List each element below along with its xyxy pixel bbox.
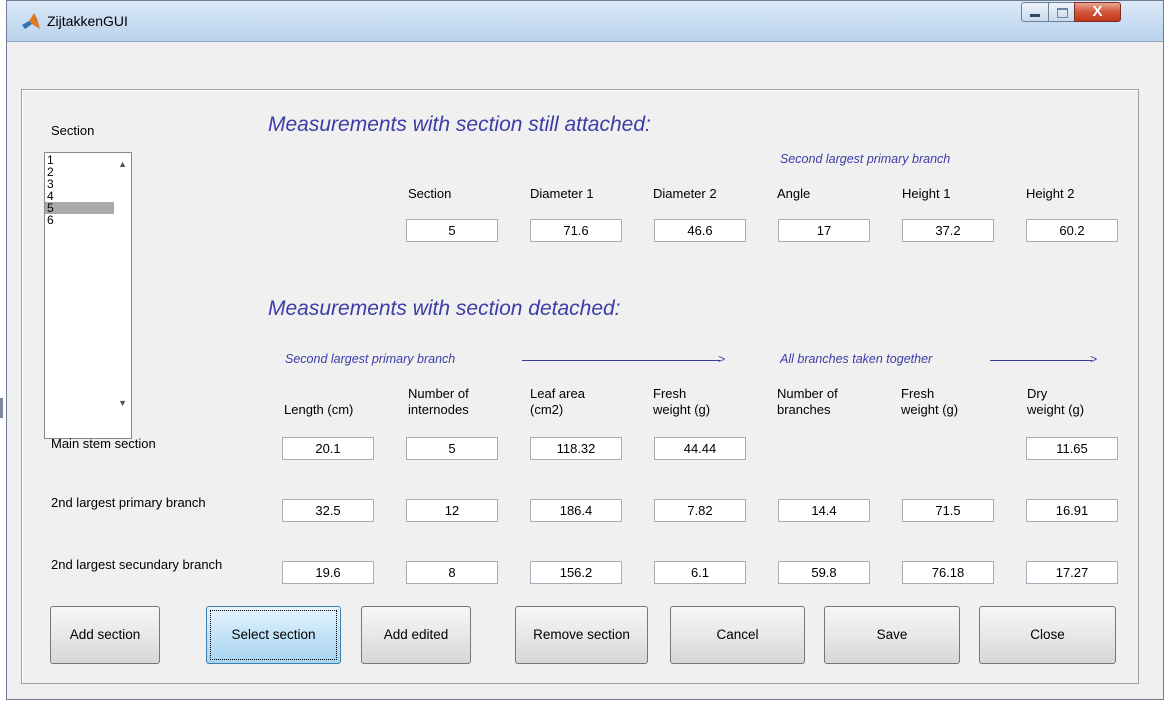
height-1-field[interactable]: 37.2 [902, 219, 994, 242]
focus-ring [210, 610, 337, 660]
arrow-line-left [522, 360, 720, 361]
col-dry-weight-line1: Dry [1027, 386, 1048, 401]
col-internodes-line1: Number of [408, 386, 469, 401]
minimize-button[interactable] [1021, 2, 1049, 22]
detached-heading: Measurements with section detached: [268, 297, 621, 320]
diameter-2-field[interactable]: 46.6 [654, 219, 746, 242]
window-title: ZijtakkenGUI [47, 13, 128, 29]
col-number-of-branches-line1: Number of [777, 386, 838, 401]
secundary-internodes-field[interactable]: 8 [406, 561, 498, 584]
primary-fresh-weight-all-field[interactable]: 71.5 [902, 499, 994, 522]
col-fresh-weight-all-line1: Fresh [901, 386, 935, 401]
col-fresh-weight-branch-line1: Fresh [653, 386, 687, 401]
list-item-3[interactable]: 3 [45, 178, 114, 190]
col-fresh-weight-branch-line2: weight (g) [653, 402, 711, 417]
close-window-button[interactable]: X [1074, 2, 1121, 22]
col-internodes-line2: internodes [408, 402, 469, 417]
section-field[interactable]: 5 [406, 219, 498, 242]
detached-subheading-right: All branches taken together [780, 352, 933, 366]
primary-leaf-area-field[interactable]: 186.4 [530, 499, 622, 522]
arrow-line-right [990, 360, 1092, 361]
detached-subheading-left: Second largest primary branch [285, 352, 456, 366]
section-listbox[interactable]: 1 2 3 4 5 6 ▲ ▼ [44, 152, 132, 439]
col-section: Section [408, 186, 452, 201]
col-height-1: Height 1 [902, 186, 951, 201]
window-edge [0, 398, 3, 418]
close-button[interactable]: Close [979, 606, 1116, 664]
attached-heading: Measurements with section still attached… [268, 113, 651, 136]
maximize-icon [1057, 8, 1068, 18]
list-item-1[interactable]: 1 [45, 154, 114, 166]
list-item-4[interactable]: 4 [45, 190, 114, 202]
add-edited-button[interactable]: Add edited [361, 606, 471, 664]
col-number-of-branches: Number of branches [777, 386, 838, 418]
height-2-field[interactable]: 60.2 [1026, 219, 1118, 242]
main-stem-length-field[interactable]: 20.1 [282, 437, 374, 460]
list-item-5-selected[interactable]: 5 [45, 202, 114, 214]
remove-section-button[interactable]: Remove section [515, 606, 648, 664]
add-section-button[interactable]: Add section [50, 606, 160, 664]
maximize-button[interactable] [1048, 2, 1075, 22]
cancel-button[interactable]: Cancel [670, 606, 805, 664]
col-fresh-weight-all-line2: weight (g) [901, 402, 959, 417]
title-bar[interactable]: ZijtakkenGUI X [7, 1, 1163, 42]
row-label-secundary-branch: 2nd largest secundary branch [51, 557, 223, 572]
angle-field[interactable]: 17 [778, 219, 870, 242]
primary-dry-weight-field[interactable]: 16.91 [1026, 499, 1118, 522]
main-stem-dry-weight-field[interactable]: 11.65 [1026, 437, 1118, 460]
close-icon: X [1092, 3, 1103, 20]
scroll-down-arrow-icon[interactable]: ▼ [118, 398, 127, 408]
arrow-right-icon: > [718, 352, 726, 366]
secundary-fresh-weight-field[interactable]: 6.1 [654, 561, 746, 584]
primary-length-field[interactable]: 32.5 [282, 499, 374, 522]
matlab-logo-icon [22, 13, 40, 29]
secundary-leaf-area-field[interactable]: 156.2 [530, 561, 622, 584]
primary-fresh-weight-field[interactable]: 7.82 [654, 499, 746, 522]
arrow-right-icon: > [1090, 352, 1098, 366]
col-fresh-weight-all: Fresh weight (g) [901, 386, 958, 418]
col-length-line1: Length (cm) [284, 402, 354, 417]
row-label-main-stem: Main stem section [51, 436, 156, 451]
list-item-2[interactable]: 2 [45, 166, 114, 178]
primary-internodes-field[interactable]: 12 [406, 499, 498, 522]
diameter-1-field[interactable]: 71.6 [530, 219, 622, 242]
col-length: Length (cm) [284, 402, 353, 418]
secundary-dry-weight-field[interactable]: 17.27 [1026, 561, 1118, 584]
col-dry-weight-line2: weight (g) [1027, 402, 1085, 417]
list-item-6[interactable]: 6 [45, 214, 114, 226]
listbox-scrollbar[interactable]: ▲ ▼ [114, 153, 131, 438]
attached-subheading: Second largest primary branch [780, 152, 951, 166]
section-list-label: Section [51, 123, 95, 138]
scroll-up-arrow-icon[interactable]: ▲ [118, 159, 127, 169]
select-section-button[interactable]: Select section [206, 606, 341, 664]
col-height-2: Height 2 [1026, 186, 1075, 201]
row-label-primary-branch: 2nd largest primary branch [51, 495, 206, 510]
col-diameter-2: Diameter 2 [653, 186, 717, 201]
col-number-of-branches-line2: branches [777, 402, 831, 417]
secundary-number-of-branches-field[interactable]: 59.8 [778, 561, 870, 584]
save-button[interactable]: Save [824, 606, 960, 664]
col-leaf-area-line2: (cm2) [530, 402, 564, 417]
main-stem-internodes-field[interactable]: 5 [406, 437, 498, 460]
col-internodes: Number of internodes [408, 386, 469, 418]
main-stem-fresh-weight-field[interactable]: 44.44 [654, 437, 746, 460]
secundary-fresh-weight-all-field[interactable]: 76.18 [902, 561, 994, 584]
col-diameter-1: Diameter 1 [530, 186, 594, 201]
col-leaf-area-line1: Leaf area [530, 386, 585, 401]
col-fresh-weight-branch: Fresh weight (g) [653, 386, 710, 418]
secundary-length-field[interactable]: 19.6 [282, 561, 374, 584]
main-stem-leaf-area-field[interactable]: 118.32 [530, 437, 622, 460]
col-dry-weight: Dry weight (g) [1027, 386, 1084, 418]
col-leaf-area: Leaf area (cm2) [530, 386, 585, 418]
primary-number-of-branches-field[interactable]: 14.4 [778, 499, 870, 522]
col-angle: Angle [777, 186, 811, 201]
minimize-icon [1030, 14, 1040, 17]
